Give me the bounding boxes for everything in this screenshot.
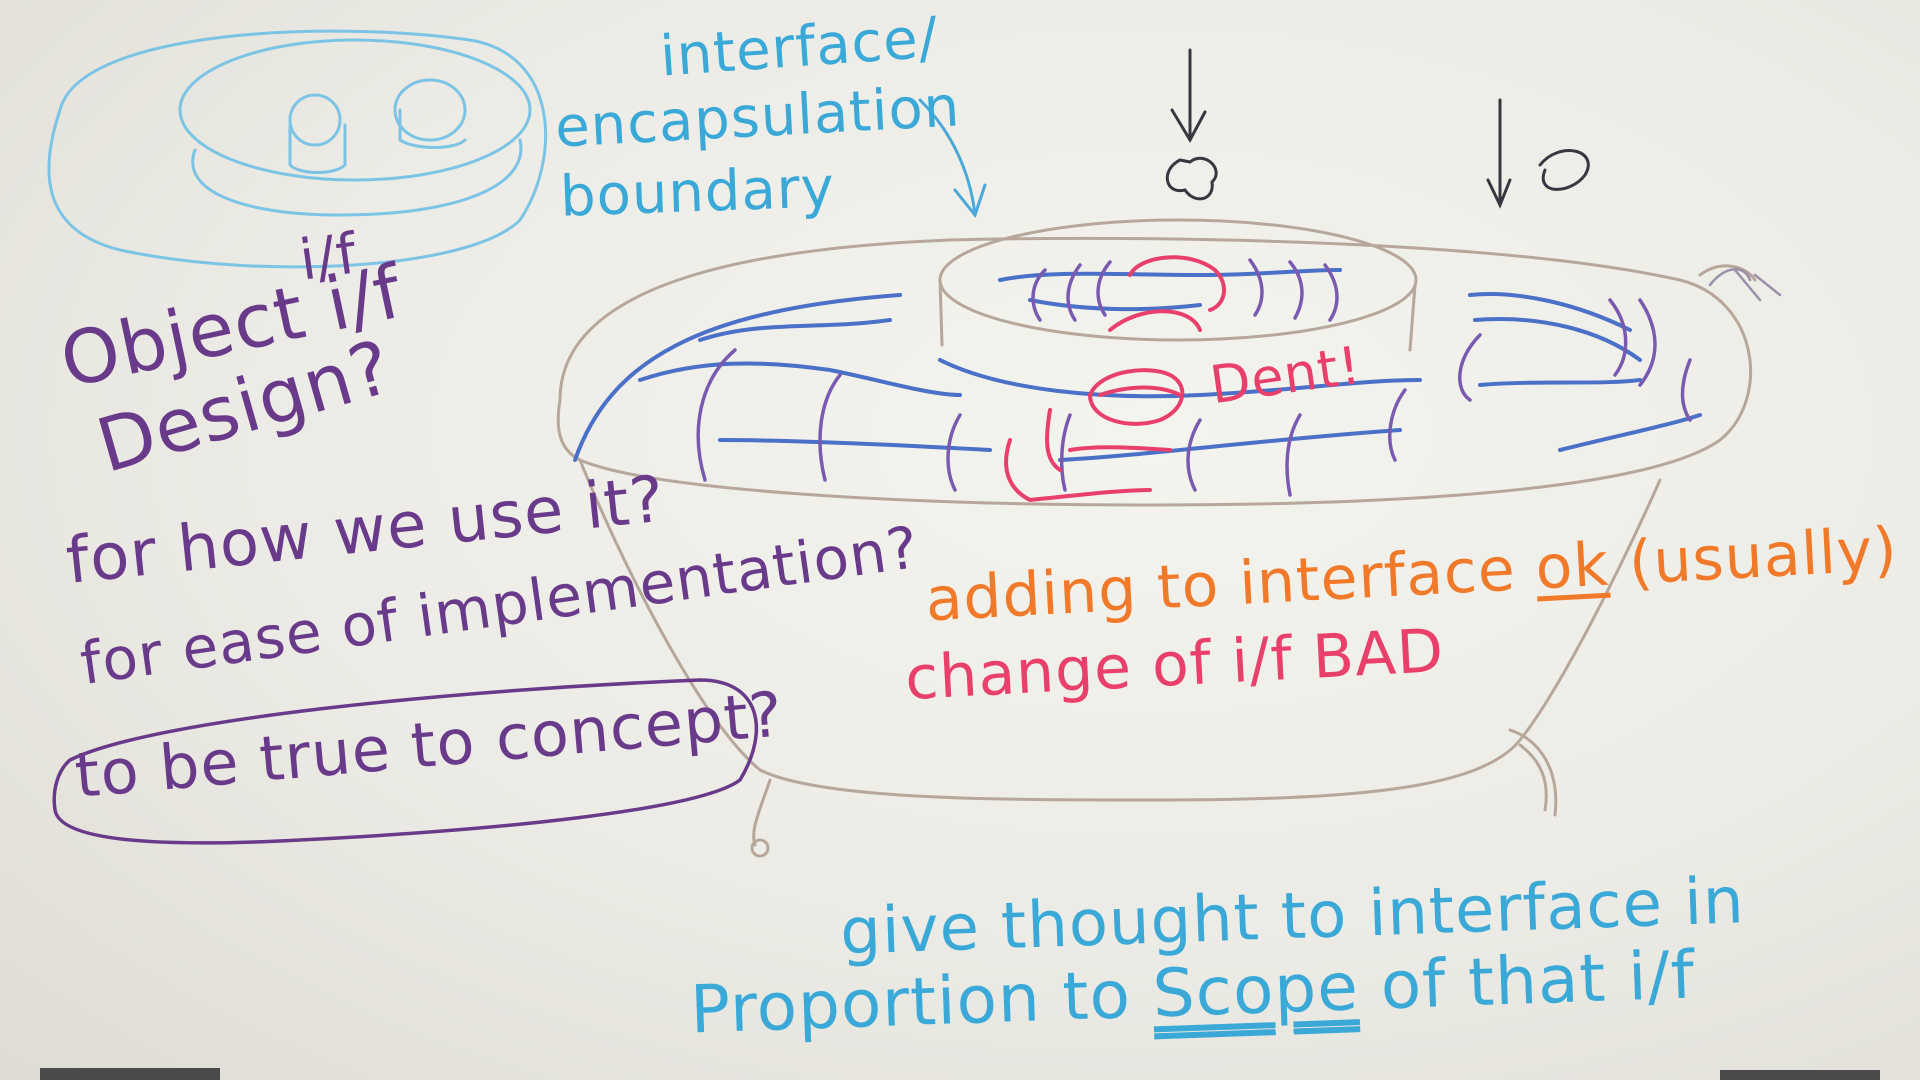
whiteboard: Object i/f Design? for how we use it? fo…	[0, 0, 1920, 1080]
down-arrow-blob	[1165, 48, 1218, 201]
scope-word: Scope	[1151, 948, 1361, 1033]
down-arrow-right	[1486, 98, 1590, 209]
purple-arcs	[696, 258, 1692, 497]
board-tray-right	[1720, 1070, 1880, 1080]
blue-structure-lines	[573, 268, 1702, 462]
small-if-label: i/f	[295, 221, 362, 294]
scribble-mark	[1708, 268, 1782, 302]
board-tray-left	[40, 1068, 220, 1080]
dent-marks	[1004, 255, 1226, 503]
boundary-label: boundary	[558, 155, 836, 230]
proportion-suffix: of that i/f	[1357, 936, 1697, 1026]
proportion-prefix: Proportion to	[688, 955, 1155, 1049]
ok-word: ok	[1533, 529, 1611, 604]
